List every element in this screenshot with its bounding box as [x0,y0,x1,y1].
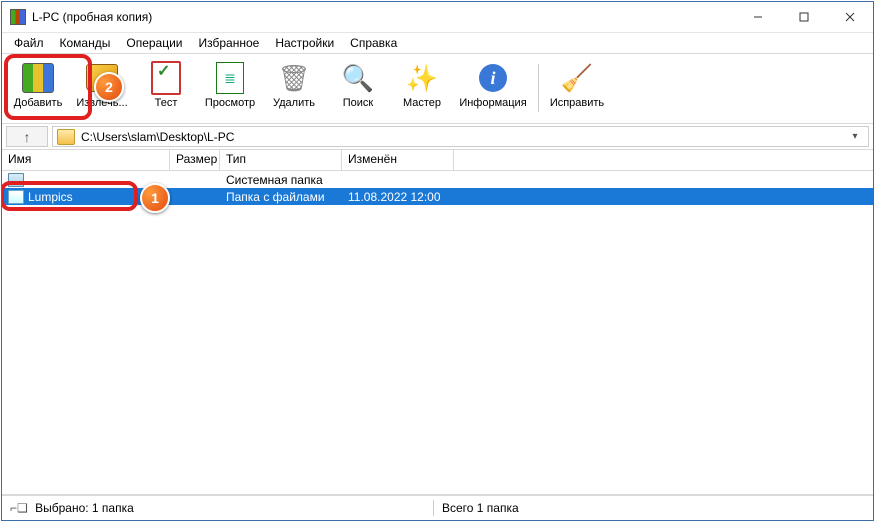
app-window: L-PC (пробная копия) Файл Команды Операц… [1,1,874,521]
add-icon [22,62,54,94]
file-list: Имя Размер Тип Изменён .. Системная папк… [2,150,873,495]
repair-icon: 🧹 [561,62,593,94]
extract-icon [86,62,118,94]
address-bar: ↑ C:\Users\slam\Desktop\L-PC ▾ [2,124,873,150]
view-icon: ≣ [214,62,246,94]
row-name: .. [28,173,35,187]
folder-icon [57,129,75,145]
column-name[interactable]: Имя [2,150,170,170]
up-icon: ↑ [24,129,31,145]
cell-name: .. [2,173,170,187]
find-label: Поиск [343,97,373,109]
repair-label: Исправить [550,97,604,109]
info-button[interactable]: i Информация [454,58,532,120]
folder-icon [8,190,24,204]
delete-label: Удалить [273,97,315,109]
row-name: Lumpics [28,190,73,204]
up-button[interactable]: ↑ [6,126,48,147]
column-type[interactable]: Тип [220,150,342,170]
maximize-button[interactable] [781,2,827,32]
close-icon [845,12,855,22]
info-icon: i [477,62,509,94]
key-icon: ⌐❑ [10,501,28,515]
menu-settings[interactable]: Настройки [267,35,342,51]
menu-help[interactable]: Справка [342,35,405,51]
address-dropdown[interactable]: ▾ [846,131,864,142]
status-total: Всего 1 папка [442,501,519,515]
extract-button[interactable]: Извлечь... [70,58,134,120]
toolbar-separator [538,64,539,112]
repair-button[interactable]: 🧹 Исправить [545,58,609,120]
menu-commands[interactable]: Команды [52,35,119,51]
table-row[interactable]: .. Системная папка [2,171,873,188]
find-icon: 🔍 [342,62,374,94]
address-path: C:\Users\slam\Desktop\L-PC [81,130,234,144]
column-modified[interactable]: Изменён [342,150,454,170]
maximize-icon [799,12,809,22]
address-field[interactable]: C:\Users\slam\Desktop\L-PC ▾ [52,126,869,147]
test-label: Тест [155,97,178,109]
info-label: Информация [459,97,526,109]
app-icon [10,9,26,25]
toolbar: Добавить Извлечь... Тест ≣ Просмотр 🗑 Уд… [2,54,873,124]
folder-icon [8,173,24,187]
window-title: L-PC (пробная копия) [32,10,152,24]
minimize-button[interactable] [735,2,781,32]
close-button[interactable] [827,2,873,32]
wizard-button[interactable]: ✨ Мастер [390,58,454,120]
cell-modified: 11.08.2022 12:00 [342,190,454,204]
cell-type: Папка с файлами [220,190,342,204]
test-icon [150,62,182,94]
menu-file[interactable]: Файл [6,35,52,51]
row-area[interactable]: .. Системная папка Lumpics Папка с файла… [2,171,873,494]
find-button[interactable]: 🔍 Поиск [326,58,390,120]
statusbar: ⌐❑ Выбрано: 1 папка Всего 1 папка [2,495,873,520]
extract-label: Извлечь... [76,97,127,109]
test-button[interactable]: Тест [134,58,198,120]
minimize-icon [753,12,763,22]
titlebar: L-PC (пробная копия) [2,2,873,33]
column-header-row: Имя Размер Тип Изменён [2,150,873,171]
status-selected: Выбрано: 1 папка [35,501,134,515]
view-label: Просмотр [205,97,255,109]
table-row[interactable]: Lumpics Папка с файлами 11.08.2022 12:00 [2,188,873,205]
cell-type: Системная папка [220,173,342,187]
cell-name: Lumpics [2,190,170,204]
view-button[interactable]: ≣ Просмотр [198,58,262,120]
delete-button[interactable]: 🗑 Удалить [262,58,326,120]
column-size[interactable]: Размер [170,150,220,170]
wizard-label: Мастер [403,97,441,109]
chevron-down-icon: ▾ [852,131,857,142]
delete-icon: 🗑 [278,62,310,94]
menu-operations[interactable]: Операции [118,35,190,51]
wizard-icon: ✨ [406,62,438,94]
menubar: Файл Команды Операции Избранное Настройк… [2,33,873,54]
add-label: Добавить [14,97,63,109]
menu-favorites[interactable]: Избранное [191,35,268,51]
add-button[interactable]: Добавить [6,58,70,120]
